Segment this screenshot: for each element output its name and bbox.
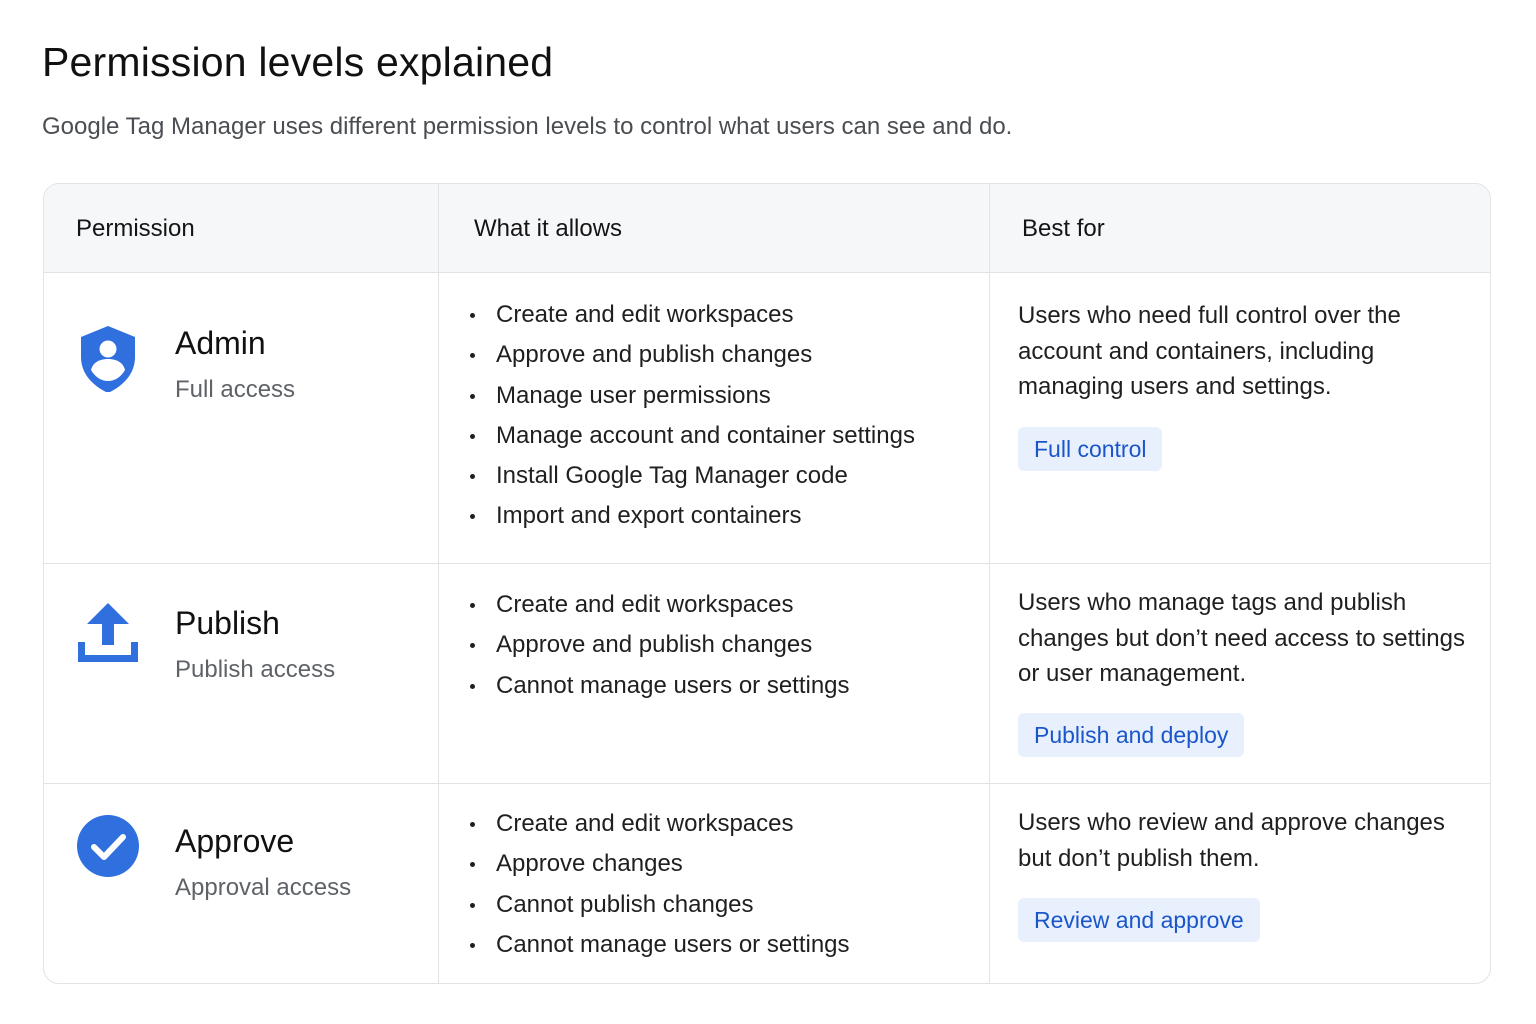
header-cell-best-for: Best for — [990, 184, 1490, 272]
shield-user-icon — [81, 326, 135, 392]
header-cell-permission: Permission — [44, 184, 439, 272]
upload-icon — [78, 603, 138, 662]
column-header-allows: What it allows — [474, 215, 623, 242]
allows-list: Create and edit workspaces Approve and p… — [467, 590, 850, 711]
tag-chip: Publish and deploy — [1018, 713, 1245, 757]
allows-list: Create and edit workspaces Approve chang… — [467, 809, 850, 970]
column-header-best-for: Best for — [1022, 215, 1105, 242]
list-item: Cannot manage users or settings — [467, 930, 850, 970]
permission-name: Admin — [175, 325, 266, 361]
permission-access: Approval access — [175, 874, 352, 901]
tag-chip: Full control — [1018, 427, 1163, 471]
list-item: Manage user permissions — [467, 381, 915, 421]
best-for-text: Users who manage tags and publish change… — [1018, 589, 1465, 687]
best-for-cell: Users who need full control over the acc… — [990, 273, 1490, 563]
permission-cell: Admin Full access — [44, 273, 439, 563]
best-for-cell: Users who review and approve changes but… — [990, 784, 1490, 983]
permission-name: Publish — [175, 605, 280, 641]
list-item: Cannot publish changes — [467, 890, 850, 930]
page-subtitle: Google Tag Manager uses different permis… — [42, 113, 1013, 140]
page: Permission levels explained Google Tag M… — [0, 0, 1536, 1024]
header-cell-allows: What it allows — [439, 184, 990, 272]
allows-cell: Create and edit workspaces Approve and p… — [439, 564, 990, 783]
permission-access: Full access — [175, 376, 296, 403]
list-item: Install Google Tag Manager code — [467, 461, 915, 501]
list-item: Manage account and container settings — [467, 421, 915, 461]
list-item: Create and edit workspaces — [467, 300, 915, 340]
permissions-table: Permission What it allows Best for Admin… — [43, 183, 1491, 984]
best-for-cell: Users who manage tags and publish change… — [990, 564, 1490, 783]
permission-cell: Publish Publish access — [44, 564, 439, 783]
page-title: Permission levels explained — [42, 39, 554, 85]
table-header-row: Permission What it allows Best for — [44, 184, 1490, 273]
list-item: Approve changes — [467, 849, 850, 889]
permission-access: Publish access — [175, 656, 336, 683]
list-item: Cannot manage users or settings — [467, 671, 850, 711]
allows-cell: Create and edit workspaces Approve and p… — [439, 273, 990, 563]
allows-cell: Create and edit workspaces Approve chang… — [439, 784, 990, 983]
list-item: Create and edit workspaces — [467, 809, 850, 849]
best-for-text: Users who need full control over the acc… — [1018, 302, 1401, 400]
list-item: Approve and publish changes — [467, 340, 915, 380]
allows-list: Create and edit workspaces Approve and p… — [467, 300, 915, 542]
tag-chip: Review and approve — [1018, 898, 1260, 942]
table-row-admin: Admin Full access Create and edit worksp… — [44, 273, 1490, 564]
table-row-approve: Approve Approval access Create and edit … — [44, 784, 1490, 983]
column-header-permission: Permission — [76, 215, 195, 242]
list-item: Import and export containers — [467, 501, 915, 541]
list-item: Approve and publish changes — [467, 630, 850, 670]
permission-name: Approve — [175, 823, 295, 859]
list-item: Create and edit workspaces — [467, 590, 850, 630]
check-circle-icon — [77, 815, 139, 877]
permission-cell: Approve Approval access — [44, 784, 439, 983]
table-row-publish: Publish Publish access Create and edit w… — [44, 564, 1490, 784]
best-for-text: Users who review and approve changes but… — [1018, 809, 1445, 872]
